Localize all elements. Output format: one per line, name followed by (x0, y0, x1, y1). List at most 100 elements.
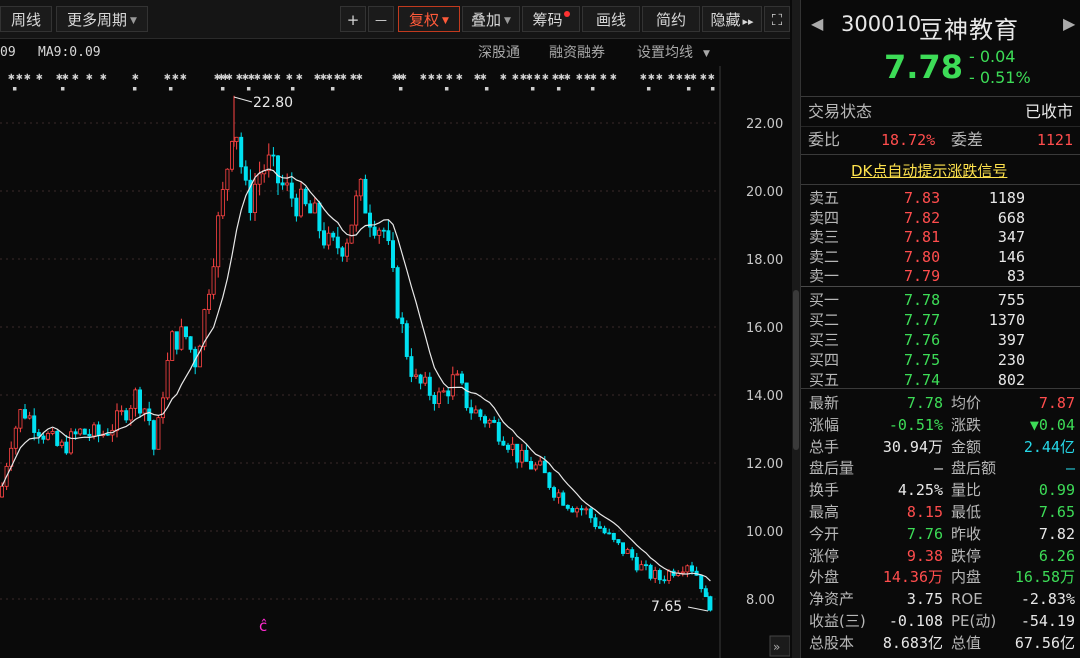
divider (801, 126, 1080, 127)
stat-label: 涨跌 (951, 415, 982, 434)
stat-value: 8.683亿 (882, 633, 943, 652)
event-tick-icon: ▪ (646, 84, 651, 94)
draw-line-button[interactable]: 画线 (582, 6, 640, 32)
candle-body (216, 215, 221, 268)
bid-level-row: 买二 7.77 1370 (801, 310, 1080, 330)
candle-body (344, 242, 349, 257)
ask-level-row: 卖五 7.83 1189 (801, 188, 1080, 208)
candle-body (275, 155, 280, 184)
panel-scrollbar[interactable] (792, 0, 800, 658)
bid-price: 7.75 (904, 351, 941, 369)
hide-button[interactable]: 隐藏 ▸▸ (702, 6, 762, 32)
stat-value: 3.75 (906, 590, 943, 609)
candle-body (478, 409, 483, 417)
candle-body (59, 441, 64, 446)
candle-body (621, 542, 626, 554)
stat-row: 盘后量 — 盘后额 — (801, 458, 1080, 478)
price-change-pct: - 0.51% (969, 68, 1031, 87)
candle-body (340, 247, 345, 257)
candle-body (36, 432, 41, 437)
candle-body (151, 420, 156, 450)
candle-body (552, 487, 557, 498)
stat-label: 昨收 (951, 524, 982, 543)
double-arrow-icon: ▸▸ (742, 15, 754, 28)
candle-body (294, 197, 299, 217)
scrollbar-thumb[interactable] (793, 290, 799, 450)
event-tick-icon: ✱ (24, 70, 31, 83)
next-stock-icon[interactable]: ▶ (1063, 14, 1075, 33)
candle-body (372, 226, 377, 236)
candle-body (529, 461, 534, 470)
candle-body (625, 549, 630, 554)
candle-body (501, 440, 506, 446)
bid-level-row: 买五 7.74 802 (801, 370, 1080, 390)
bid-price: 7.76 (904, 331, 941, 349)
bid-price: 7.74 (904, 371, 941, 389)
divider (801, 154, 1080, 155)
candle-body (432, 395, 437, 404)
ma-settings-link[interactable]: 设置均线 (637, 45, 693, 61)
stat-value: -2.83% (1020, 590, 1075, 609)
event-tick-icon: ✱ (100, 70, 107, 83)
candle-body (13, 427, 18, 449)
chips-button[interactable]: 筹码 (522, 6, 580, 32)
ask-level-row: 卖二 7.80 146 (801, 247, 1080, 267)
candle-body (321, 230, 326, 246)
bid-level-label: 买二 (809, 311, 840, 329)
bid-level-row: 买四 7.75 230 (801, 350, 1080, 370)
event-tick-icon: ▪ (686, 84, 691, 94)
candle-body (55, 431, 60, 446)
fullscreen-icon[interactable]: ⛶ (764, 6, 790, 32)
candle-body (335, 236, 340, 249)
candle-body (32, 415, 37, 433)
candle-body (18, 409, 23, 429)
trade-status-row: 交易状态 已收市 (801, 102, 1080, 122)
candle-body (492, 419, 497, 423)
candle-body (386, 230, 391, 242)
prev-stock-icon[interactable]: ◀ (811, 14, 823, 33)
ask-volume: 83 (1006, 267, 1025, 285)
stat-value: -0.108 (888, 612, 943, 630)
overlay-button[interactable]: 叠加 ▼ (462, 6, 520, 32)
dk-signal-link[interactable]: DK点自动提示涨跌信号 (851, 160, 1007, 181)
candle-body (82, 428, 87, 435)
stat-value: 7.65 (1038, 503, 1075, 521)
candle-body (229, 141, 234, 170)
stat-value: 6.26 (1038, 546, 1075, 565)
ask-price: 7.83 (904, 189, 941, 207)
y-tick-label: 10.00 (746, 525, 783, 540)
candle-body (243, 166, 248, 181)
stat-value: 2.44亿 (1023, 437, 1075, 456)
candle-body (92, 424, 97, 437)
candle-body (331, 232, 336, 238)
margin-trading-link[interactable]: 融资融券 (549, 45, 605, 61)
dropdown-arrow-icon: ▼ (442, 16, 449, 26)
shenzhen-connect-link[interactable]: 深股通 (478, 45, 520, 61)
zoom-out-button[interactable]: — (368, 6, 394, 32)
week-line-button[interactable]: 周线 (0, 6, 52, 32)
more-periods-button[interactable]: 更多周期 ▼ (56, 6, 148, 32)
stat-value: 30.94万 (882, 437, 943, 456)
adjust-rights-button[interactable]: 复权 ▼ (398, 6, 460, 32)
bid-volume: 802 (997, 371, 1025, 389)
event-tick-icon: ✱ (708, 70, 715, 83)
ask-volume: 347 (997, 228, 1025, 246)
stat-label: 外盘 (809, 568, 840, 587)
adjust-rights-label: 复权 (409, 11, 440, 29)
candlestick-chart[interactable]: 22.0020.0018.0016.0014.0012.0010.008.00 … (0, 38, 790, 658)
candle-body (593, 517, 598, 528)
y-tick-label: 18.00 (746, 253, 783, 268)
candle-body (588, 508, 593, 519)
divider (801, 184, 1080, 185)
event-tick-icon: ✱ (266, 70, 273, 83)
kline-chart-area[interactable]: 22.00 20.00 18.00 16.00 14.00 12.00 10.00 8.00 … (0, 38, 790, 658)
event-tick-icon: ✱ (600, 70, 607, 83)
event-marker-icon[interactable]: ĉ (259, 617, 267, 635)
y-tick-label: 16.00 (746, 321, 783, 336)
zoom-in-button[interactable]: + (340, 6, 366, 32)
scroll-right-button[interactable]: » (769, 635, 790, 657)
trade-status-label: 交易状态 (808, 102, 873, 121)
candle-body (469, 407, 474, 414)
candle-body (556, 492, 561, 498)
simple-mode-button[interactable]: 简约 (642, 6, 700, 32)
